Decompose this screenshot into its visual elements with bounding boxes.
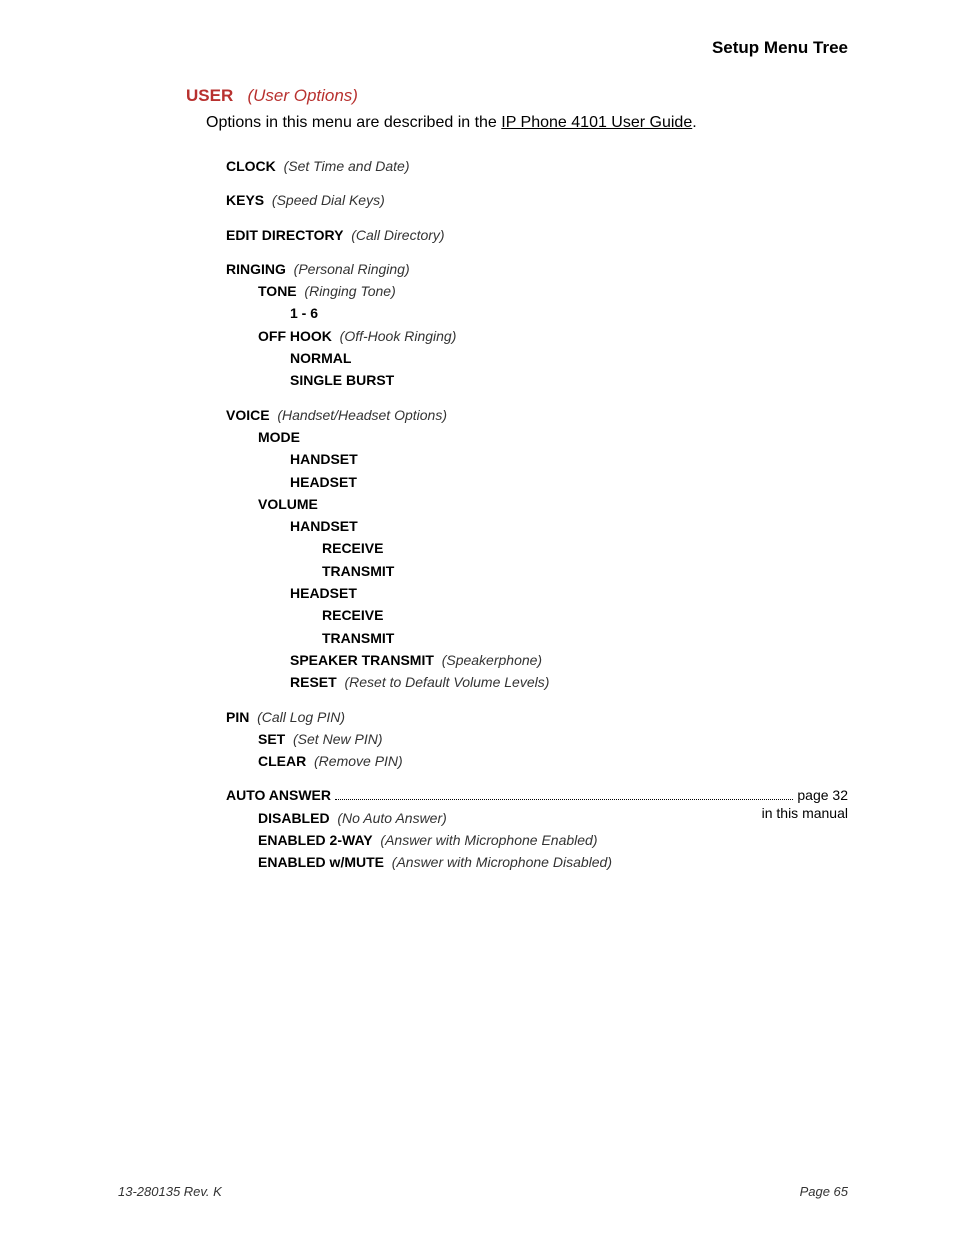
pin-label: PIN bbox=[226, 709, 249, 725]
ringing-item: RINGING (Personal Ringing) bbox=[226, 259, 848, 279]
pin-desc: (Call Log PIN) bbox=[257, 709, 345, 725]
tone-desc: (Ringing Tone) bbox=[304, 283, 395, 299]
vol-handset-receive: RECEIVE bbox=[322, 538, 848, 558]
clock-desc: (Set Time and Date) bbox=[284, 158, 410, 174]
speaker-desc: (Speakerphone) bbox=[442, 652, 542, 668]
page-footer: 13-280135 Rev. K Page 65 bbox=[118, 1184, 848, 1199]
section-user: USER bbox=[186, 86, 233, 105]
mode-label: MODE bbox=[258, 427, 848, 447]
offhook-desc: (Off-Hook Ringing) bbox=[340, 328, 457, 344]
voice-desc: (Handset/Headset Options) bbox=[277, 407, 447, 423]
tone-label: TONE bbox=[258, 283, 297, 299]
section-desc: (User Options) bbox=[247, 86, 358, 105]
intro-link: IP Phone 4101 User Guide bbox=[501, 114, 692, 131]
menu-tree: CLOCK (Set Time and Date) KEYS (Speed Di… bbox=[226, 156, 848, 873]
voice-item: VOICE (Handset/Headset Options) bbox=[226, 405, 848, 425]
intro-text: Options in this menu are described in th… bbox=[206, 114, 848, 132]
tone-item: TONE (Ringing Tone) bbox=[258, 281, 848, 301]
pin-clear-item: CLEAR (Remove PIN) bbox=[258, 751, 848, 771]
vol-headset-transmit: TRANSMIT bbox=[322, 628, 848, 648]
ringing-desc: (Personal Ringing) bbox=[294, 261, 410, 277]
in-this-manual: in this manual bbox=[762, 803, 848, 823]
voice-label: VOICE bbox=[226, 407, 270, 423]
vol-headset-label: HEADSET bbox=[290, 583, 848, 603]
dots-leader bbox=[335, 799, 793, 800]
auto-disabled-desc: (No Auto Answer) bbox=[337, 810, 446, 826]
vol-handset-label: HANDSET bbox=[290, 516, 848, 536]
auto-enabled2-label: ENABLED 2-WAY bbox=[258, 832, 373, 848]
intro-prefix: Options in this menu are described in th… bbox=[206, 114, 501, 131]
pin-clear-desc: (Remove PIN) bbox=[314, 753, 403, 769]
vol-handset-transmit: TRANSMIT bbox=[322, 561, 848, 581]
speaker-item: SPEAKER TRANSMIT (Speakerphone) bbox=[290, 650, 848, 670]
editdir-label: EDIT DIRECTORY bbox=[226, 227, 343, 243]
auto-enabled2-desc: (Answer with Microphone Enabled) bbox=[380, 832, 597, 848]
pin-set-item: SET (Set New PIN) bbox=[258, 729, 848, 749]
reset-label: RESET bbox=[290, 674, 337, 690]
offhook-normal: NORMAL bbox=[290, 348, 848, 368]
mode-headset: HEADSET bbox=[290, 472, 848, 492]
speaker-label: SPEAKER TRANSMIT bbox=[290, 652, 434, 668]
reset-item: RESET (Reset to Default Volume Levels) bbox=[290, 672, 848, 692]
editdir-item: EDIT DIRECTORY (Call Directory) bbox=[226, 225, 848, 245]
volume-label: VOLUME bbox=[258, 494, 848, 514]
footer-right: Page 65 bbox=[800, 1184, 848, 1199]
auto-disabled-item: DISABLED (No Auto Answer) bbox=[258, 808, 848, 828]
intro-suffix: . bbox=[692, 114, 696, 131]
clock-item: CLOCK (Set Time and Date) bbox=[226, 156, 848, 176]
section-title: USER (User Options) bbox=[186, 86, 848, 106]
editdir-desc: (Call Directory) bbox=[351, 227, 444, 243]
reset-desc: (Reset to Default Volume Levels) bbox=[344, 674, 549, 690]
auto-enabled2-item: ENABLED 2-WAY (Answer with Microphone En… bbox=[258, 830, 848, 850]
mode-handset: HANDSET bbox=[290, 449, 848, 469]
vol-headset-receive: RECEIVE bbox=[322, 605, 848, 625]
pin-set-desc: (Set New PIN) bbox=[293, 731, 382, 747]
keys-label: KEYS bbox=[226, 192, 264, 208]
offhook-item: OFF HOOK (Off-Hook Ringing) bbox=[258, 326, 848, 346]
keys-item: KEYS (Speed Dial Keys) bbox=[226, 190, 848, 210]
auto-answer-item: AUTO ANSWER page 32 in this manual bbox=[226, 785, 848, 805]
auto-disabled-label: DISABLED bbox=[258, 810, 330, 826]
pin-set-label: SET bbox=[258, 731, 285, 747]
pin-clear-label: CLEAR bbox=[258, 753, 306, 769]
footer-left: 13-280135 Rev. K bbox=[118, 1184, 222, 1199]
auto-enabledm-desc: (Answer with Microphone Disabled) bbox=[392, 854, 612, 870]
auto-enabledm-item: ENABLED w/MUTE (Answer with Microphone D… bbox=[258, 852, 848, 872]
offhook-label: OFF HOOK bbox=[258, 328, 332, 344]
clock-label: CLOCK bbox=[226, 158, 276, 174]
auto-enabledm-label: ENABLED w/MUTE bbox=[258, 854, 384, 870]
auto-answer-label: AUTO ANSWER bbox=[226, 785, 331, 805]
ringing-label: RINGING bbox=[226, 261, 286, 277]
keys-desc: (Speed Dial Keys) bbox=[272, 192, 385, 208]
tone-range: 1 - 6 bbox=[290, 303, 848, 323]
offhook-single: SINGLE BURST bbox=[290, 370, 848, 390]
pin-item: PIN (Call Log PIN) bbox=[226, 707, 848, 727]
page-header: Setup Menu Tree bbox=[118, 38, 848, 58]
